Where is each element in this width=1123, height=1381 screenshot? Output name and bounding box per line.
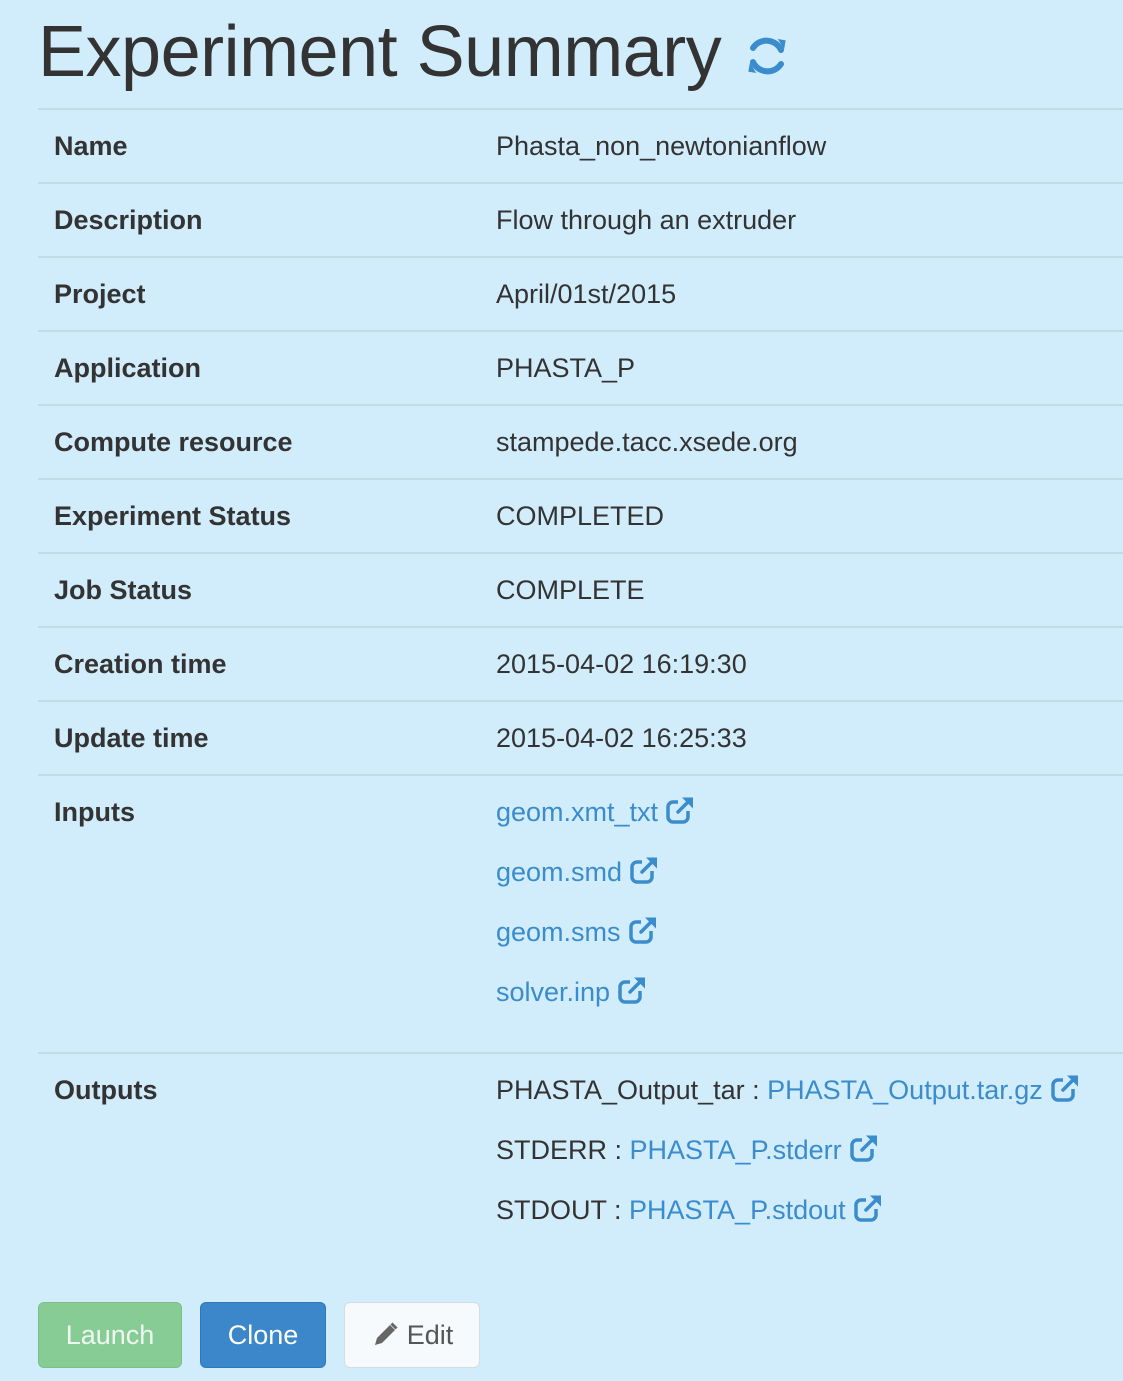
table-row-inputs: Inputs geom.xmt_txt geom.smd geom.sms so…	[38, 775, 1123, 1053]
refresh-icon[interactable]	[743, 32, 791, 80]
inputs-label: Inputs	[54, 797, 135, 827]
creation-time-label: Creation time	[54, 649, 227, 679]
list-item: STDERR : PHASTA_P.stderr	[496, 1118, 1123, 1178]
table-row-update-time: Update time 2015-04-02 16:25:33	[38, 701, 1123, 775]
list-item: geom.xmt_txt	[496, 780, 1123, 840]
description-value: Flow through an extruder	[496, 205, 797, 235]
application-value: PHASTA_P	[496, 353, 636, 383]
output-file-link[interactable]: PHASTA_P.stdout	[629, 1195, 846, 1225]
external-link-icon[interactable]	[1051, 1074, 1079, 1102]
project-label: Project	[54, 279, 146, 309]
outputs-label: Outputs	[54, 1075, 158, 1105]
experiment-summary-table: Name Phasta_non_newtonianflow Descriptio…	[38, 108, 1123, 1248]
project-value: April/01st/2015	[496, 279, 677, 309]
external-link-icon[interactable]	[628, 916, 657, 944]
external-link-icon[interactable]	[853, 1194, 882, 1222]
launch-button[interactable]: Launch	[38, 1302, 182, 1368]
list-item: solver.inp	[496, 960, 1123, 1020]
action-buttons: Launch Clone Edit	[38, 1302, 480, 1368]
table-row-project: Project April/01st/2015	[38, 257, 1123, 331]
edit-button[interactable]: Edit	[344, 1302, 480, 1368]
table-row-job-status: Job Status COMPLETE	[38, 553, 1123, 627]
table-row-compute-resource: Compute resource stampede.tacc.xsede.org	[38, 405, 1123, 479]
experiment-status-label: Experiment Status	[54, 501, 292, 531]
description-label: Description	[54, 205, 203, 235]
update-time-value: 2015-04-02 16:25:33	[496, 723, 747, 753]
job-status-label: Job Status	[54, 575, 193, 605]
pencil-icon	[374, 1322, 398, 1345]
page-title-text: Experiment Summary	[38, 12, 722, 92]
clone-button[interactable]: Clone	[200, 1302, 326, 1368]
list-item: geom.smd	[496, 840, 1123, 900]
table-row-description: Description Flow through an extruder	[38, 183, 1123, 257]
table-row-outputs: Outputs PHASTA_Output_tar : PHASTA_Outpu…	[38, 1053, 1123, 1248]
compute-resource-value: stampede.tacc.xsede.org	[496, 427, 798, 457]
edit-button-label: Edit	[406, 1320, 454, 1350]
external-link-icon[interactable]	[849, 1134, 878, 1162]
job-status-value: COMPLETE	[496, 575, 645, 605]
list-item: geom.sms	[496, 900, 1123, 960]
table-row-experiment-status: Experiment Status COMPLETED	[38, 479, 1123, 553]
external-link-icon[interactable]	[630, 856, 659, 884]
name-value: Phasta_non_newtonianflow	[496, 131, 827, 161]
application-label: Application	[54, 353, 201, 383]
creation-time-value: 2015-04-02 16:19:30	[496, 649, 747, 679]
outputs-list: PHASTA_Output_tar : PHASTA_Output.tar.gz…	[496, 1054, 1123, 1238]
inputs-list: geom.xmt_txt geom.smd geom.sms solver.in…	[496, 776, 1123, 1020]
name-label: Name	[54, 131, 128, 161]
input-file-link[interactable]: geom.sms	[496, 917, 621, 947]
list-item: PHASTA_Output_tar : PHASTA_Output.tar.gz	[496, 1058, 1123, 1118]
table-row-application: Application PHASTA_P	[38, 331, 1123, 405]
experiment-status-value: COMPLETED	[496, 501, 665, 531]
output-name: PHASTA_Output_tar :	[496, 1075, 760, 1105]
external-link-icon[interactable]	[618, 976, 647, 1004]
page-title: Experiment Summary	[38, 10, 791, 94]
list-item: STDOUT : PHASTA_P.stdout	[496, 1178, 1123, 1238]
input-file-link[interactable]: geom.smd	[496, 857, 622, 887]
output-name: STDERR :	[496, 1135, 623, 1165]
table-row-creation-time: Creation time 2015-04-02 16:19:30	[38, 627, 1123, 701]
output-file-link[interactable]: PHASTA_P.stderr	[630, 1135, 842, 1165]
external-link-icon[interactable]	[666, 796, 695, 824]
update-time-label: Update time	[54, 723, 209, 753]
table-row-name: Name Phasta_non_newtonianflow	[38, 109, 1123, 183]
input-file-link[interactable]: solver.inp	[496, 977, 610, 1007]
input-file-link[interactable]: geom.xmt_txt	[496, 797, 658, 827]
output-file-link[interactable]: PHASTA_Output.tar.gz	[767, 1075, 1043, 1105]
compute-resource-label: Compute resource	[54, 427, 293, 457]
output-name: STDOUT :	[496, 1195, 622, 1225]
